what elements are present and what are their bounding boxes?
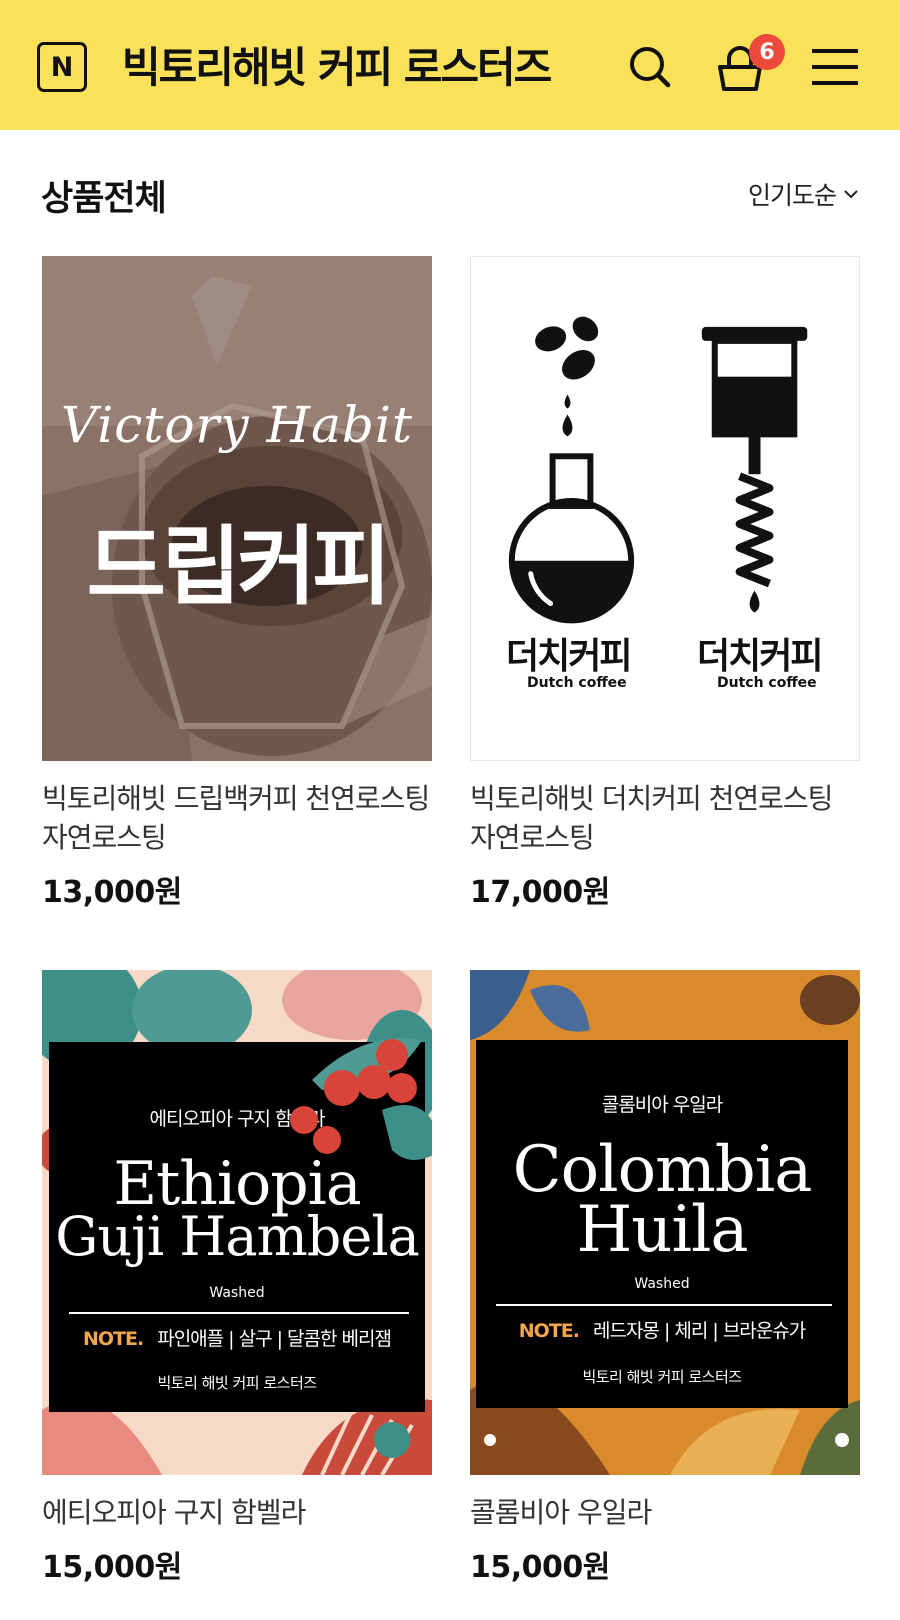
label-process: Washed — [634, 1276, 690, 1292]
naver-logo-button[interactable]: N — [37, 42, 87, 92]
product-price: 15,000원 — [470, 1550, 610, 1585]
product-price: 15,000원 — [42, 1550, 182, 1585]
product-name[interactable]: 콜롬비아 우일라 — [470, 1493, 860, 1532]
dutch-label-right: 더치커피 — [697, 636, 823, 677]
dutch-label-left: 더치커피 — [506, 636, 632, 677]
store-name[interactable]: 빅토리해빗 커피 로스터즈 — [122, 34, 552, 95]
colombia-label-panel: 콜롬비아 우일라 Colombia Huila Washed NOTE. 레드자몽… — [476, 1040, 848, 1408]
logo-letter: N — [50, 51, 74, 83]
search-icon[interactable] — [620, 37, 680, 97]
label-brand: 빅토리 해빗 커피 로스터즈 — [582, 1368, 742, 1386]
product-image-colombia[interactable]: 콜롬비아 우일라 Colombia Huila Washed NOTE. 레드자몽… — [470, 970, 860, 1475]
drip-big-text: 드립커피 — [86, 517, 391, 617]
product-name[interactable]: 빅토리해빗 드립백커피 천연로스팅 자연로스팅 — [42, 779, 432, 857]
product-card-dutch[interactable]: 더치커피 Dutch coffee 더치커피 Dutch coffee 빅토리해… — [470, 256, 860, 911]
sort-label: 인기도순 — [747, 181, 837, 210]
product-name[interactable]: 빅토리해빗 더치커피 천연로스팅 자연로스팅 — [470, 779, 860, 857]
note-tag: NOTE. — [518, 1320, 580, 1342]
label-english-title-line2: Huila — [576, 1193, 748, 1267]
product-image-ethiopia[interactable]: 에티오피아 구지 함벨라 Ethiopia Guji Hambela Washe… — [42, 970, 432, 1475]
chevron-down-icon — [844, 190, 858, 199]
product-image-dutch[interactable]: 더치커피 Dutch coffee 더치커피 Dutch coffee — [470, 256, 860, 761]
product-card-drip[interactable]: Victory Habit 드립커피 빅토리해빗 드립백커피 천연로스팅 자연로… — [42, 256, 432, 911]
product-price: 13,000원 — [42, 875, 182, 910]
drip-script-text: Victory Habit — [61, 396, 413, 454]
note-text: 레드자몽 | 체리 | 브라운슈가 — [592, 1320, 806, 1342]
product-image-drip[interactable]: Victory Habit 드립커피 — [42, 256, 432, 761]
dutch-sublabel-left: Dutch coffee — [527, 675, 627, 691]
product-card-colombia[interactable]: 콜롬비아 우일라 Colombia Huila Washed NOTE. 레드자몽… — [470, 970, 860, 1586]
product-price: 17,000원 — [470, 875, 610, 910]
dutch-sublabel-right: Dutch coffee — [717, 675, 817, 691]
label-notes: NOTE. 레드자몽 | 체리 | 브라운슈가 — [476, 1316, 848, 1343]
label-korean-title: 콜롬비아 우일라 — [601, 1094, 723, 1116]
coffee-cherries-illustration — [290, 1038, 432, 1160]
top-header: N 빅토리해빗 커피 로스터즈 6 — [0, 0, 900, 130]
product-card-ethiopia[interactable]: 에티오피아 구지 함벨라 Ethiopia Guji Hambela Washe… — [42, 970, 432, 1586]
sort-dropdown[interactable]: 인기도순 — [748, 176, 860, 212]
label-divider — [496, 1304, 832, 1306]
menu-icon[interactable] — [806, 37, 866, 97]
listing-title: 상품전체 — [41, 179, 167, 219]
cart-count-badge: 6 — [749, 34, 785, 70]
product-name[interactable]: 에티오피아 구지 함벨라 — [42, 1493, 432, 1532]
